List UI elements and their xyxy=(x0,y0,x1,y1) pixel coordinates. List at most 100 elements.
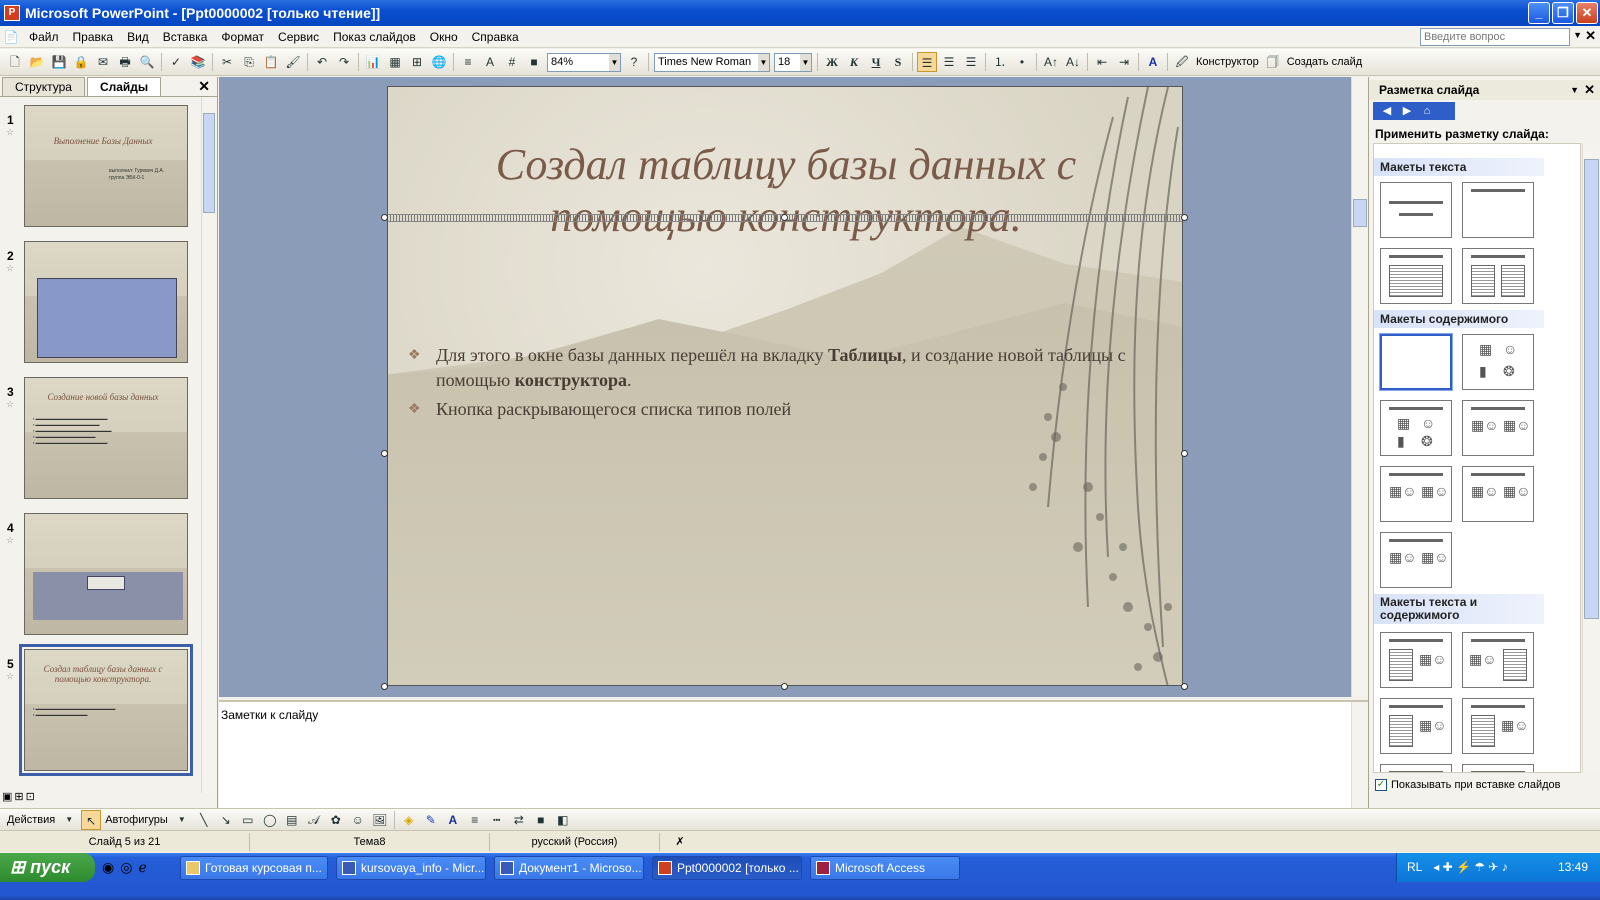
chevron-down-icon[interactable]: ▼ xyxy=(1570,80,1579,100)
minimize-button[interactable]: _ xyxy=(1528,2,1550,24)
wordart-icon[interactable]: 𝒜 xyxy=(304,810,324,830)
grid-icon[interactable]: # xyxy=(502,52,522,72)
menu-tools[interactable]: Сервис xyxy=(271,27,326,47)
bullets-icon[interactable]: • xyxy=(1012,52,1032,72)
taskbar-item-folder[interactable]: Готовая курсовая п... xyxy=(180,856,328,880)
dash-style-icon[interactable]: ┅ xyxy=(487,810,507,830)
layout-four-content[interactable]: ▦☺ ▦☺ xyxy=(1380,532,1452,588)
menu-slideshow[interactable]: Показ слайдов xyxy=(326,27,423,47)
color-grayscale-icon[interactable]: ■ xyxy=(524,52,544,72)
save-icon[interactable]: 💾 xyxy=(49,52,69,72)
layout-blank[interactable] xyxy=(1380,334,1452,390)
actions-menu[interactable]: Действия xyxy=(4,814,58,826)
bold-button[interactable]: Ж xyxy=(822,52,842,72)
clipart-icon[interactable]: ☺ xyxy=(348,810,368,830)
ie-icon[interactable]: ℯ xyxy=(138,859,146,876)
align-right-icon[interactable]: ☰ xyxy=(961,52,981,72)
tab-outline[interactable]: Структура xyxy=(2,77,85,96)
menu-window[interactable]: Окно xyxy=(423,27,465,47)
resize-handle[interactable] xyxy=(1181,214,1188,221)
slide-scrollbar[interactable] xyxy=(1351,77,1368,697)
3d-style-icon[interactable]: ◧ xyxy=(553,810,573,830)
menu-format[interactable]: Формат xyxy=(214,27,271,47)
thumbs-scrollbar[interactable] xyxy=(201,97,215,793)
select-pointer-icon[interactable]: ↖ xyxy=(81,809,102,830)
chevron-down-icon[interactable]: ▼ xyxy=(1573,30,1582,40)
textbox-icon[interactable]: ▤ xyxy=(282,810,302,830)
document-icon[interactable]: 📄 xyxy=(1,27,21,47)
close-button[interactable]: ✕ xyxy=(1576,2,1598,24)
open-icon[interactable]: 📂 xyxy=(27,52,47,72)
taskbar-item-word-1[interactable]: kursovaya_info - Micr... xyxy=(336,856,486,880)
layout-text-content[interactable]: ▦☺ xyxy=(1380,632,1452,688)
diagram-icon[interactable]: ✿ xyxy=(326,810,346,830)
redo-icon[interactable]: ↷ xyxy=(334,52,354,72)
resize-handle[interactable] xyxy=(1181,450,1188,457)
expand-all-icon[interactable]: ≡ xyxy=(458,52,478,72)
sorter-view-icon[interactable]: ⊞ xyxy=(14,790,23,806)
picture-icon[interactable]: 🖼 xyxy=(370,810,390,830)
resize-handle[interactable] xyxy=(381,214,388,221)
oval-icon[interactable]: ◯ xyxy=(260,810,280,830)
layout-content[interactable]: ▦ ☺ ▮ ❂ xyxy=(1462,334,1534,390)
tables-borders-icon[interactable]: ⊞ xyxy=(407,52,427,72)
undo-icon[interactable]: ↶ xyxy=(312,52,332,72)
paste-icon[interactable]: 📋 xyxy=(261,52,281,72)
restore-button[interactable]: ❐ xyxy=(1552,2,1574,24)
close-document-icon[interactable]: ✕ xyxy=(1585,28,1596,44)
resize-handle[interactable] xyxy=(781,214,788,221)
resize-handle[interactable] xyxy=(381,450,388,457)
align-left-icon[interactable]: ☰ xyxy=(917,52,937,72)
zoom-select[interactable]: 84% ▼ xyxy=(547,52,621,72)
ask-question-input[interactable]: Введите вопрос xyxy=(1420,28,1570,46)
help-icon[interactable]: ? xyxy=(624,52,644,72)
close-icon[interactable]: ✕ xyxy=(1584,80,1595,100)
taskbar-item-word-2[interactable]: Документ1 - Microso... xyxy=(494,856,644,880)
line-icon[interactable]: ╲ xyxy=(194,810,214,830)
email-icon[interactable]: ✉ xyxy=(93,52,113,72)
tab-slides[interactable]: Слайды xyxy=(86,77,162,96)
show-on-insert-checkbox[interactable]: ✓ Показывать при вставке слайдов xyxy=(1375,779,1561,791)
research-icon[interactable]: 📚 xyxy=(188,52,208,72)
increase-font-icon[interactable]: A↑ xyxy=(1041,52,1061,72)
menu-edit[interactable]: Правка xyxy=(66,27,121,47)
language-indicator[interactable]: RL xyxy=(1407,860,1422,874)
fill-color-icon[interactable]: ◈ xyxy=(399,810,419,830)
italic-button[interactable]: К xyxy=(844,52,864,72)
close-icon[interactable]: ✕ xyxy=(198,78,210,95)
chart-icon[interactable]: 📊 xyxy=(363,52,383,72)
chevron-down-icon[interactable]: ▼ xyxy=(59,810,79,830)
task-pane-header[interactable]: Разметка слайда ▼ ✕ xyxy=(1369,80,1600,100)
align-center-icon[interactable]: ☰ xyxy=(939,52,959,72)
layout-scrollbar[interactable] xyxy=(1582,143,1600,773)
line-color-icon[interactable]: ✎ xyxy=(421,810,441,830)
arrow-style-icon[interactable]: ⇄ xyxy=(509,810,529,830)
format-painter-icon[interactable]: 🖌 xyxy=(283,52,303,72)
numbering-icon[interactable]: ⒈ xyxy=(990,52,1010,72)
layout-title-slide[interactable] xyxy=(1380,182,1452,238)
preview-icon[interactable]: 🔍 xyxy=(137,52,157,72)
layout-content-text[interactable]: ▦☺ xyxy=(1462,632,1534,688)
notes-pane[interactable]: Заметки к слайду xyxy=(219,700,1368,808)
slide-canvas[interactable]: Создал таблицу базы данных с помощью кон… xyxy=(387,86,1183,686)
layout-text-two-content[interactable]: ▦☺ xyxy=(1380,698,1452,754)
increase-indent-icon[interactable]: ⇥ xyxy=(1114,52,1134,72)
permission-icon[interactable]: 🔒 xyxy=(71,52,91,72)
layout-title-two-content[interactable]: ▦☺ ▦☺ xyxy=(1380,466,1452,522)
layout-two-columns[interactable] xyxy=(1462,248,1534,304)
layout-title-only[interactable] xyxy=(1462,182,1534,238)
resize-handle[interactable] xyxy=(381,683,388,690)
taskbar-item-powerpoint[interactable]: Ppt0000002 [только ... xyxy=(652,856,802,880)
new-slide-button[interactable]: Создать слайд xyxy=(1284,56,1365,68)
forward-icon[interactable]: ▶ xyxy=(1399,104,1415,118)
show-formatting-icon[interactable]: A xyxy=(480,52,500,72)
autoshapes-menu[interactable]: Автофигуры xyxy=(102,814,171,826)
layout-text-over-content[interactable] xyxy=(1380,764,1452,772)
home-icon[interactable]: ⌂ xyxy=(1419,104,1435,118)
hyperlink-icon[interactable]: 🌐 xyxy=(429,52,449,72)
slideshow-view-icon[interactable]: ⊡ xyxy=(26,790,35,806)
new-icon[interactable]: 🗋 xyxy=(5,52,25,72)
tray-icons[interactable]: ◂ ✚ ⚡ ☂ ✈ ♪ xyxy=(1433,860,1508,874)
shadow-button[interactable]: S xyxy=(888,52,908,72)
notes-scrollbar[interactable] xyxy=(1351,702,1368,808)
